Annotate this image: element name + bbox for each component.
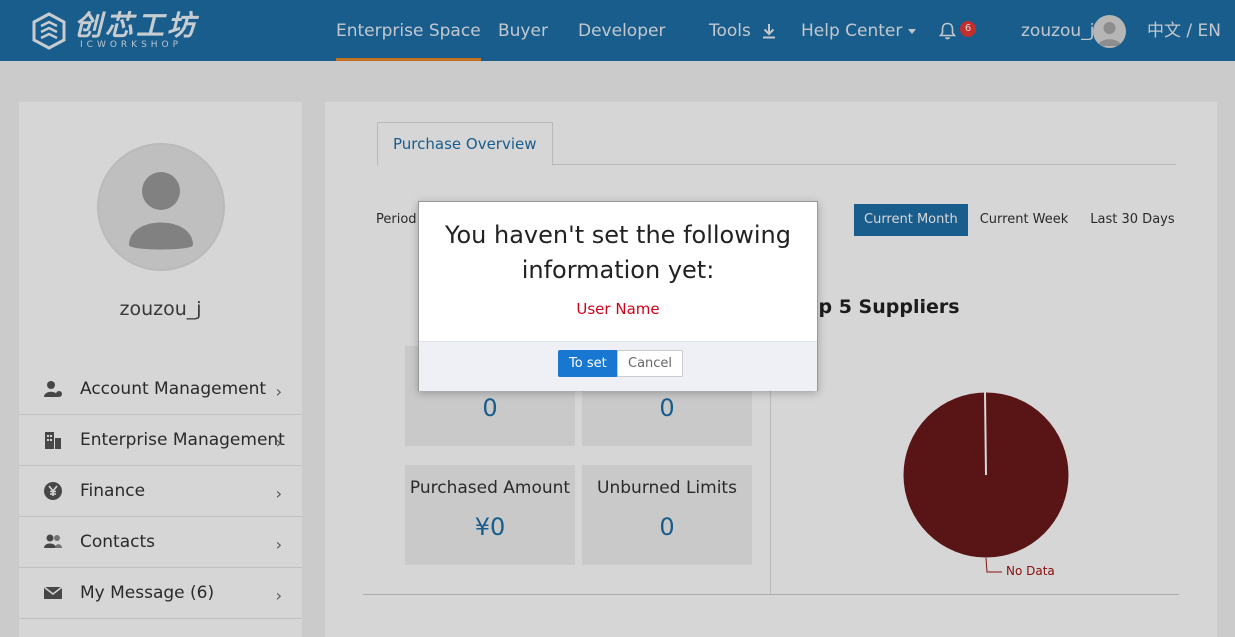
to-set-button[interactable]: To set [558,350,618,377]
missing-field: User Name [576,300,660,318]
cancel-button[interactable]: Cancel [617,350,684,377]
missing-info-dialog: You haven't set the following informatio… [418,201,818,391]
dialog-title: You haven't set the following informatio… [445,221,791,284]
dialog-footer: To set Cancel [419,341,817,391]
